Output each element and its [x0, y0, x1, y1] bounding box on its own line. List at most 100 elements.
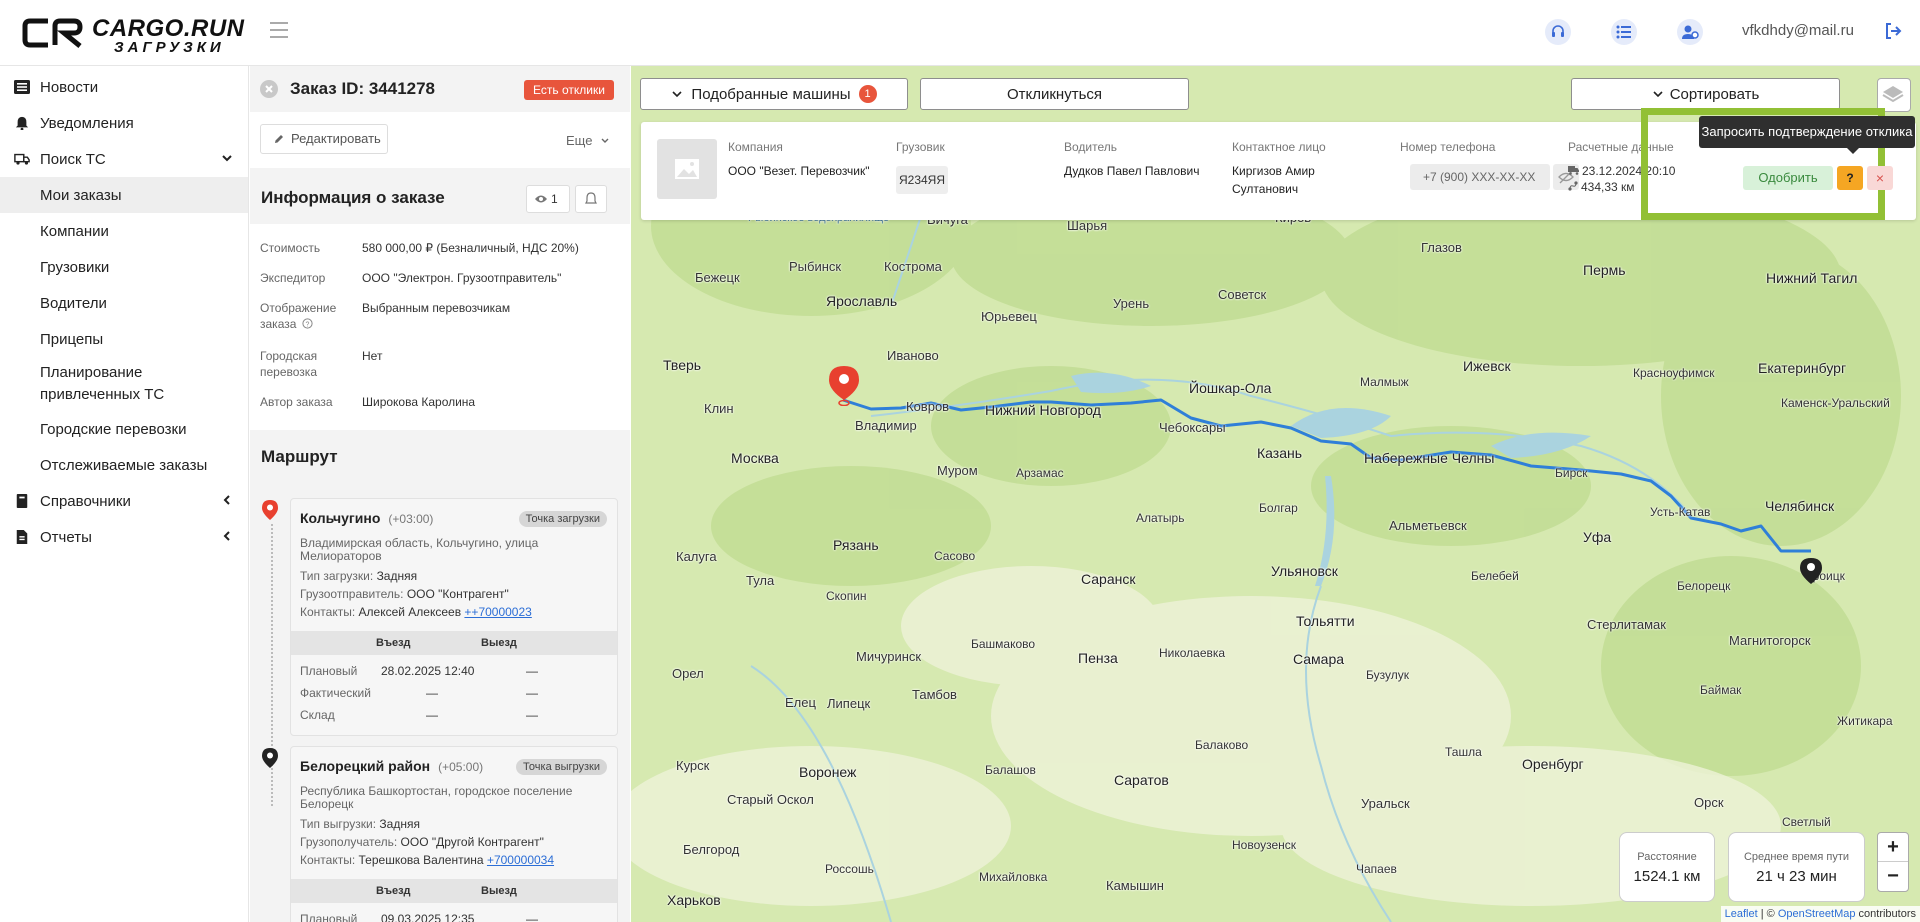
row-exit: —	[526, 912, 538, 922]
zoom-out-button[interactable]: −	[1878, 862, 1908, 891]
map-city-label: Алатырь	[1136, 511, 1185, 525]
leaflet-link[interactable]: Leaflet	[1725, 908, 1758, 920]
subscribe-button[interactable]	[575, 185, 607, 213]
edit-button-label: Редактировать	[291, 131, 381, 146]
sidebar-item-city-transport[interactable]: Городские перевозки	[0, 411, 248, 447]
route-point-card[interactable]: Белорецкий район (+05:00) Точка выгрузки …	[290, 746, 618, 922]
hamburger-menu-icon[interactable]	[270, 22, 288, 38]
osm-link[interactable]: OpenStreetMap	[1778, 908, 1856, 920]
matched-vehicles-dropdown[interactable]: Подобранные машины 1	[640, 78, 908, 110]
route-icon	[1568, 181, 1578, 191]
list-icon[interactable]	[1611, 19, 1637, 45]
end-marker-icon[interactable]	[1800, 558, 1822, 586]
close-icon	[265, 85, 273, 93]
sidebar-item-reports[interactable]: Отчеты	[0, 519, 248, 555]
point-party: Грузоотправитель: ООО "Контрагент"	[300, 587, 509, 601]
sidebar-item-my-orders[interactable]: Мои заказы	[0, 177, 248, 213]
support-icon[interactable]	[1545, 19, 1571, 45]
map-city-label: Усть-Катав	[1650, 505, 1711, 519]
sidebar-item-label: Отслеживаемые заказы	[40, 456, 208, 474]
chevron-down-icon	[601, 138, 609, 143]
row-entry: —	[426, 686, 438, 700]
bell-icon	[15, 116, 29, 130]
map-city-label: Белорецк	[1677, 579, 1731, 593]
map-city-label: Орел	[672, 666, 704, 681]
field-value: 580 000,00 ₽ (Безналичный, НДС 20%)	[362, 241, 579, 255]
top-bar: CARGO.RUN ЗАГРУЗКИ vfkdhdy@mail.ru	[0, 0, 1920, 66]
map-city-label: Чебоксары	[1159, 420, 1226, 435]
map-city-label: Ковров	[906, 399, 950, 414]
row-label: Плановый	[300, 664, 358, 678]
sidebar-item-notifications[interactable]: Уведомления	[0, 105, 248, 141]
field-value: Выбранным перевозчикам	[362, 301, 511, 315]
map-city-label: Уральск	[1361, 796, 1410, 811]
sidebar-item-trucks[interactable]: Грузовики	[0, 249, 248, 285]
map-city-label: Башмаково	[971, 637, 1036, 651]
map-city-label: Каменск-Уральский	[1781, 396, 1890, 410]
reject-button[interactable]: ×	[1867, 166, 1893, 190]
line-value: Алексей Алексеев	[358, 605, 462, 619]
sidebar-item-label: Прицепы	[40, 330, 104, 348]
unload-point-pin-icon	[262, 748, 278, 768]
approve-button[interactable]: Одобрить	[1743, 166, 1833, 190]
zoom-in-button[interactable]: +	[1878, 833, 1908, 862]
col-exit: Выезд	[481, 885, 517, 897]
map-city-label: Стерлитамак	[1587, 617, 1666, 632]
sidebar-item-news[interactable]: Новости	[0, 69, 248, 105]
help-icon[interactable]: ?	[302, 318, 313, 329]
edit-button[interactable]: Редактировать	[260, 124, 388, 154]
row-exit: —	[526, 708, 538, 722]
map-city-label: Екатеринбург	[1758, 360, 1847, 376]
route-point-card[interactable]: Кольчугино (+03:00) Точка загрузки Владим…	[290, 498, 618, 736]
map-city-label: Сасово	[934, 549, 976, 563]
confirm-request-tooltip: Запросить подтверждение отклика	[1699, 116, 1915, 154]
user-email[interactable]: vfkdhdy@mail.ru	[1742, 22, 1854, 39]
map-city-label: Урень	[1113, 296, 1150, 311]
row-exit: —	[526, 664, 538, 678]
sidebar-item-drivers[interactable]: Водители	[0, 285, 248, 321]
map-city-label: Бежецк	[695, 270, 740, 285]
driver-name: Дудков Павел Павлович	[1064, 164, 1200, 178]
map-city-label: Чапаев	[1356, 862, 1397, 876]
sidebar-item-directories[interactable]: Справочники	[0, 483, 248, 519]
section-title: Маршрут	[261, 447, 338, 466]
map-city-label: Владимир	[855, 418, 917, 433]
map-city-label: Елец	[785, 695, 816, 710]
views-counter[interactable]: 1	[526, 185, 570, 213]
sort-label: Сортировать	[1669, 85, 1760, 103]
respond-button[interactable]: Откликнуться	[920, 78, 1189, 110]
contact-phone-link[interactable]: +700000034	[487, 853, 554, 867]
attribution-separator: | ©	[1757, 908, 1778, 920]
map-city-label: Саратов	[1114, 772, 1169, 788]
header-driver: Водитель	[1064, 140, 1118, 154]
map-city-label: Шарья	[1067, 218, 1108, 233]
point-load-type: Тип загрузки: Задняя	[300, 569, 417, 583]
layers-button[interactable]	[1877, 78, 1911, 112]
start-marker-icon[interactable]	[829, 366, 859, 406]
sidebar-item-trailers[interactable]: Прицепы	[0, 321, 248, 357]
map-city-label: Рязань	[833, 537, 879, 553]
sidebar: Новости Уведомления Поиск ТС Мои заказы …	[0, 66, 249, 922]
map-city-label: Старый Оскол	[727, 792, 814, 807]
sidebar-item-search-vehicles[interactable]: Поиск ТС	[0, 141, 248, 177]
request-confirmation-button[interactable]: ?	[1837, 166, 1863, 190]
header-company: Компания	[728, 140, 783, 154]
company-name[interactable]: ООО "Везет. Перевозчик"	[728, 162, 869, 180]
sort-dropdown[interactable]: Сортировать	[1571, 78, 1840, 110]
map-city-label: Казань	[1257, 445, 1303, 461]
contact-phone-link[interactable]: ++70000023	[464, 605, 531, 619]
views-count: 1	[551, 192, 558, 206]
sidebar-item-planning[interactable]: Планирование привлеченных ТС	[0, 357, 248, 411]
logout-icon[interactable]	[1884, 22, 1902, 40]
more-label: Еще	[566, 133, 593, 148]
more-dropdown[interactable]: Еще	[566, 133, 609, 148]
field-value: Нет	[362, 349, 383, 363]
map-city-label: Липецк	[827, 696, 871, 711]
eye-icon	[535, 195, 547, 203]
close-order-button[interactable]	[260, 80, 278, 98]
map[interactable]: Рыбинское водохранилище Вичуга Шарья Кир…	[631, 66, 1920, 922]
user-settings-icon[interactable]	[1677, 19, 1703, 45]
logo[interactable]: CARGO.RUN ЗАГРУЗКИ	[22, 14, 244, 56]
sidebar-item-tracked-orders[interactable]: Отслеживаемые заказы	[0, 447, 248, 483]
sidebar-item-companies[interactable]: Компании	[0, 213, 248, 249]
